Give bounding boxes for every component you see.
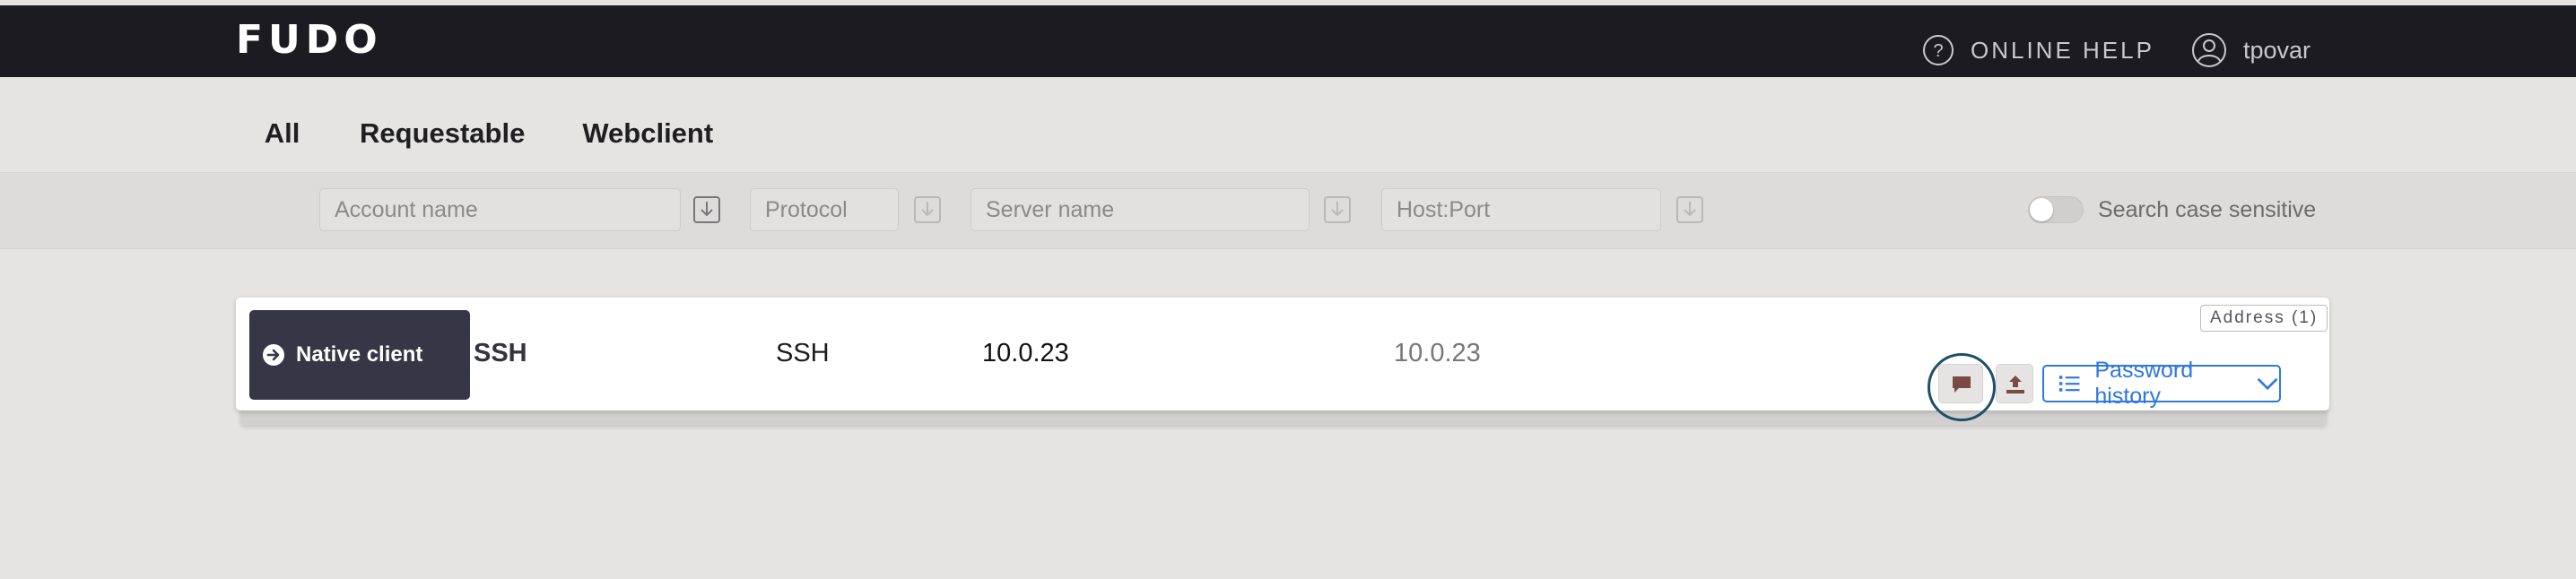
account-name: SSH (474, 339, 527, 367)
sort-down-icon (921, 202, 934, 217)
sort-down-icon (701, 202, 713, 217)
upload-button[interactable] (1996, 364, 2033, 403)
password-history-button[interactable]: Password history (2042, 358, 2281, 409)
protocol-filter[interactable]: Protocol (750, 188, 899, 231)
server-name-filter[interactable]: Server name (970, 188, 1310, 231)
toggle-knob (2030, 198, 2053, 221)
fudo-logo[interactable]: FUDO (236, 18, 383, 63)
protocol-value: SSH (776, 339, 830, 367)
arrow-right-circle-icon (263, 344, 284, 366)
password-history-label: Password history (2094, 358, 2194, 409)
tab-requestable[interactable]: Requestable (360, 90, 525, 174)
account-sort-button[interactable] (693, 196, 720, 223)
svg-text:?: ? (1933, 41, 1943, 61)
tab-all[interactable]: All (236, 90, 328, 177)
server-name: 10.0.23 (982, 339, 1069, 367)
tab-bar: All Requestable Webclient (236, 90, 770, 177)
top-bar: FUDO ? ONLINE HELP tpovar (0, 5, 2576, 77)
native-client-label: Native client (296, 342, 423, 367)
username: tpovar (2243, 36, 2311, 64)
sort-down-icon (1331, 202, 1344, 217)
server-sort-button[interactable] (1324, 196, 1351, 223)
case-sensitive-label: Search case sensitive (2098, 197, 2317, 222)
address-badge[interactable]: Address (1) (2200, 305, 2328, 332)
sort-down-icon (1684, 202, 1696, 217)
comment-icon (1953, 376, 1971, 393)
question-circle-icon: ? (1923, 35, 1954, 65)
chevron-down-icon (2257, 377, 2278, 391)
case-sensitive-toggle[interactable] (2028, 196, 2084, 223)
protocol-sort-button[interactable] (914, 196, 941, 223)
online-help-link[interactable]: ? ONLINE HELP (1922, 28, 2154, 73)
host-port: 10.0.23 (1394, 339, 1481, 367)
user-circle-icon (2192, 33, 2226, 67)
comment-button[interactable] (1938, 364, 1983, 403)
account-name-filter[interactable]: Account name (319, 188, 681, 231)
host-port-filter[interactable]: Host:Port (1381, 188, 1661, 231)
tab-webclient[interactable]: Webclient (582, 90, 713, 174)
upload-icon (2006, 376, 2024, 393)
user-menu[interactable]: tpovar (2191, 28, 2311, 73)
native-client-button[interactable]: Native client (249, 310, 470, 400)
account-row: Native client SSH SSH 10.0.23 10.0.23 Ad… (236, 298, 2329, 421)
online-help-label: ONLINE HELP (1971, 36, 2154, 64)
host-sort-button[interactable] (1676, 196, 1703, 223)
list-icon (2058, 376, 2080, 392)
